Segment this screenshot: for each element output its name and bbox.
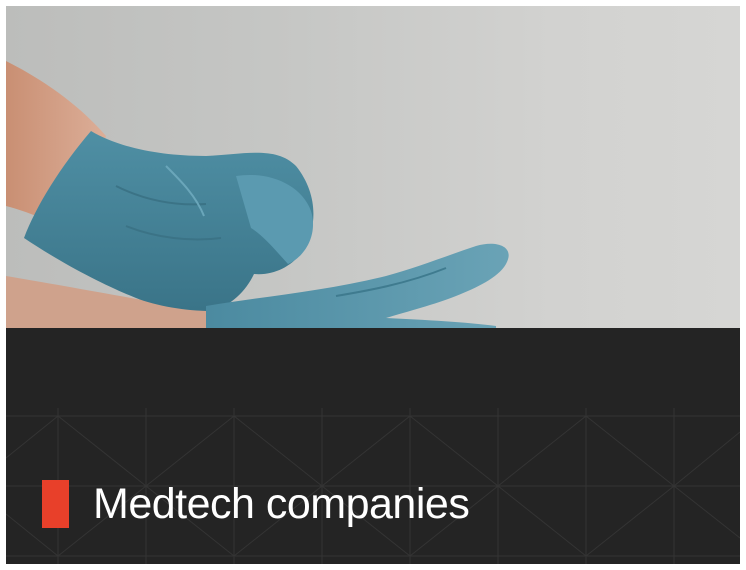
card-title[interactable]: Medtech companies [93,478,470,530]
card-title-row: Medtech companies [42,478,470,530]
card-image-gloved-hand[interactable] [6,6,740,328]
card-caption-panel: Medtech companies [6,328,740,564]
gloved-hand-illustration [6,61,509,328]
accent-bar [42,480,69,528]
article-card[interactable]: Medtech companies [6,6,740,564]
